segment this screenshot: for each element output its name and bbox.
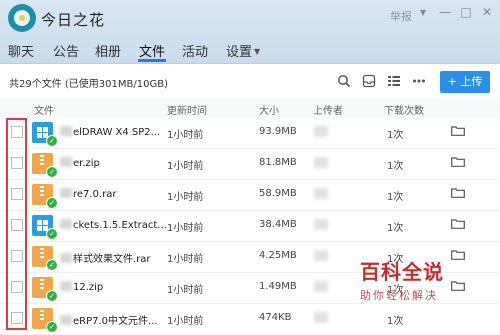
file-size: 4.25MB	[259, 250, 297, 261]
file-table-header: 文件 更新时间 大小 上传者 下载次数	[0, 98, 500, 118]
check-badge-icon: ✓	[46, 166, 58, 178]
maximize-button[interactable]: □	[458, 4, 474, 20]
check-badge-icon: ✓	[46, 197, 58, 209]
files-toolbar: 共29个文件 (已使用301MB/10GB) + 上传	[0, 64, 500, 98]
download-count: 1次	[387, 192, 404, 203]
dropdown-icon[interactable]: ▾	[415, 4, 431, 20]
active-tab-indicator	[138, 59, 166, 62]
tab-settings[interactable]: 设置 ▼	[226, 41, 260, 60]
tab-announcement[interactable]: 公告	[53, 41, 79, 60]
caret-down-icon: ▼	[254, 47, 261, 56]
watermark-subtitle: 助你轻松解决	[360, 289, 438, 302]
file-name-text: re7.0.rar	[73, 189, 117, 200]
column-header-size[interactable]: 大小	[259, 102, 279, 117]
uploader-redacted	[314, 126, 328, 137]
file-name-text: elDRAW X4 SP2...	[73, 127, 161, 138]
file-size: 58.9MB	[259, 188, 297, 199]
file-size: 93.9MB	[259, 126, 297, 137]
tab-files[interactable]: 文件	[139, 41, 165, 60]
checkbox-highlight-box	[6, 118, 27, 330]
tab-chat[interactable]: 聊天	[8, 41, 34, 60]
close-button[interactable]: ✕	[479, 4, 495, 20]
check-badge-icon: ✓	[46, 290, 58, 302]
check-badge-icon: ✓	[46, 321, 58, 333]
upload-button[interactable]: + 上传	[440, 71, 490, 93]
file-name[interactable]: eRP7.0中文元件...	[60, 312, 158, 327]
column-header-uploader[interactable]: 上传者	[313, 102, 343, 117]
file-count-summary: 共29个文件 (已使用301MB/10GB)	[9, 79, 168, 90]
download-count: 1次	[387, 223, 404, 234]
column-header-file[interactable]: 文件	[34, 102, 54, 117]
window-titlebar: 今日之花 举报 ▾ — □ ✕	[0, 0, 500, 40]
check-badge-icon: ✓	[46, 135, 58, 147]
file-time: 1小时前	[167, 161, 204, 172]
table-row[interactable]: ✓ re7.0.rar 1小时前 58.9MB 1次	[0, 180, 500, 211]
uploader-redacted	[314, 188, 328, 199]
file-name-text: 12.zip	[73, 282, 104, 293]
file-size: 1.49MB	[259, 281, 297, 292]
report-link[interactable]: 举报	[390, 8, 412, 24]
download-count: 1次	[387, 130, 404, 141]
file-name[interactable]: er.zip	[60, 157, 100, 169]
file-name-text: 样式效果文件.rar	[73, 254, 151, 265]
download-count: 1次	[387, 316, 404, 327]
file-size: 38.4MB	[259, 219, 297, 230]
tab-settings-label: 设置	[226, 45, 253, 60]
check-badge-icon: ✓	[46, 259, 58, 271]
uploader-redacted	[314, 219, 328, 230]
file-time: 1小时前	[167, 285, 204, 296]
file-name-text: er.zip	[73, 158, 100, 169]
minimize-button[interactable]: —	[437, 4, 453, 20]
file-time: 1小时前	[167, 223, 204, 234]
file-time: 1小时前	[167, 192, 204, 203]
table-row[interactable]: ✓ eRP7.0中文元件... 1小时前 474KB 1次	[0, 304, 500, 335]
column-header-downloads[interactable]: 下载次数	[384, 102, 424, 117]
table-row[interactable]: ✓ elDRAW X4 SP2... 1小时前 93.9MB 1次	[0, 118, 500, 149]
tab-activity[interactable]: 活动	[182, 41, 208, 60]
folder-icon[interactable]	[451, 126, 465, 136]
more-icon[interactable]	[412, 74, 426, 88]
file-name[interactable]: 样式效果文件.rar	[60, 250, 151, 265]
file-name[interactable]: elDRAW X4 SP2...	[60, 126, 160, 138]
watermark: 百科全说 助你轻松解决	[360, 256, 500, 303]
file-name-text: ckets.1.5.Extract...	[73, 220, 167, 231]
uploader-redacted	[314, 281, 328, 292]
file-name[interactable]: 12.zip	[60, 281, 103, 293]
check-badge-icon: ✓	[46, 228, 58, 240]
inbox-icon[interactable]	[362, 74, 376, 88]
flower-center	[19, 15, 25, 21]
file-time: 1小时前	[167, 254, 204, 265]
folder-icon[interactable]	[451, 157, 465, 167]
file-time: 1小时前	[167, 316, 204, 327]
list-view-icon[interactable]	[387, 74, 401, 88]
folder-icon[interactable]	[451, 188, 465, 198]
download-count: 1次	[387, 161, 404, 172]
file-time: 1小时前	[167, 130, 204, 141]
uploader-redacted	[314, 312, 328, 323]
column-header-time[interactable]: 更新时间	[167, 102, 207, 117]
folder-icon[interactable]	[451, 219, 465, 229]
table-row[interactable]: ✓ ckets.1.5.Extract... 1小时前 38.4MB 1次	[0, 211, 500, 242]
search-icon[interactable]	[337, 74, 351, 88]
group-nav-tabs: 聊天 公告 相册 文件 活动 设置 ▼	[0, 40, 500, 64]
file-size: 474KB	[259, 312, 292, 323]
file-name[interactable]: ckets.1.5.Extract...	[60, 219, 167, 231]
file-name-text: eRP7.0中文元件...	[73, 316, 158, 327]
group-avatar[interactable]	[8, 4, 36, 32]
table-row[interactable]: ✓ er.zip 1小时前 81.8MB 1次	[0, 149, 500, 180]
uploader-redacted	[314, 250, 328, 261]
group-name: 今日之花	[41, 11, 106, 29]
uploader-redacted	[314, 157, 328, 168]
file-name[interactable]: re7.0.rar	[60, 188, 116, 200]
tab-album[interactable]: 相册	[95, 41, 121, 60]
file-size: 81.8MB	[259, 157, 297, 168]
watermark-title: 百科全说	[360, 260, 444, 284]
